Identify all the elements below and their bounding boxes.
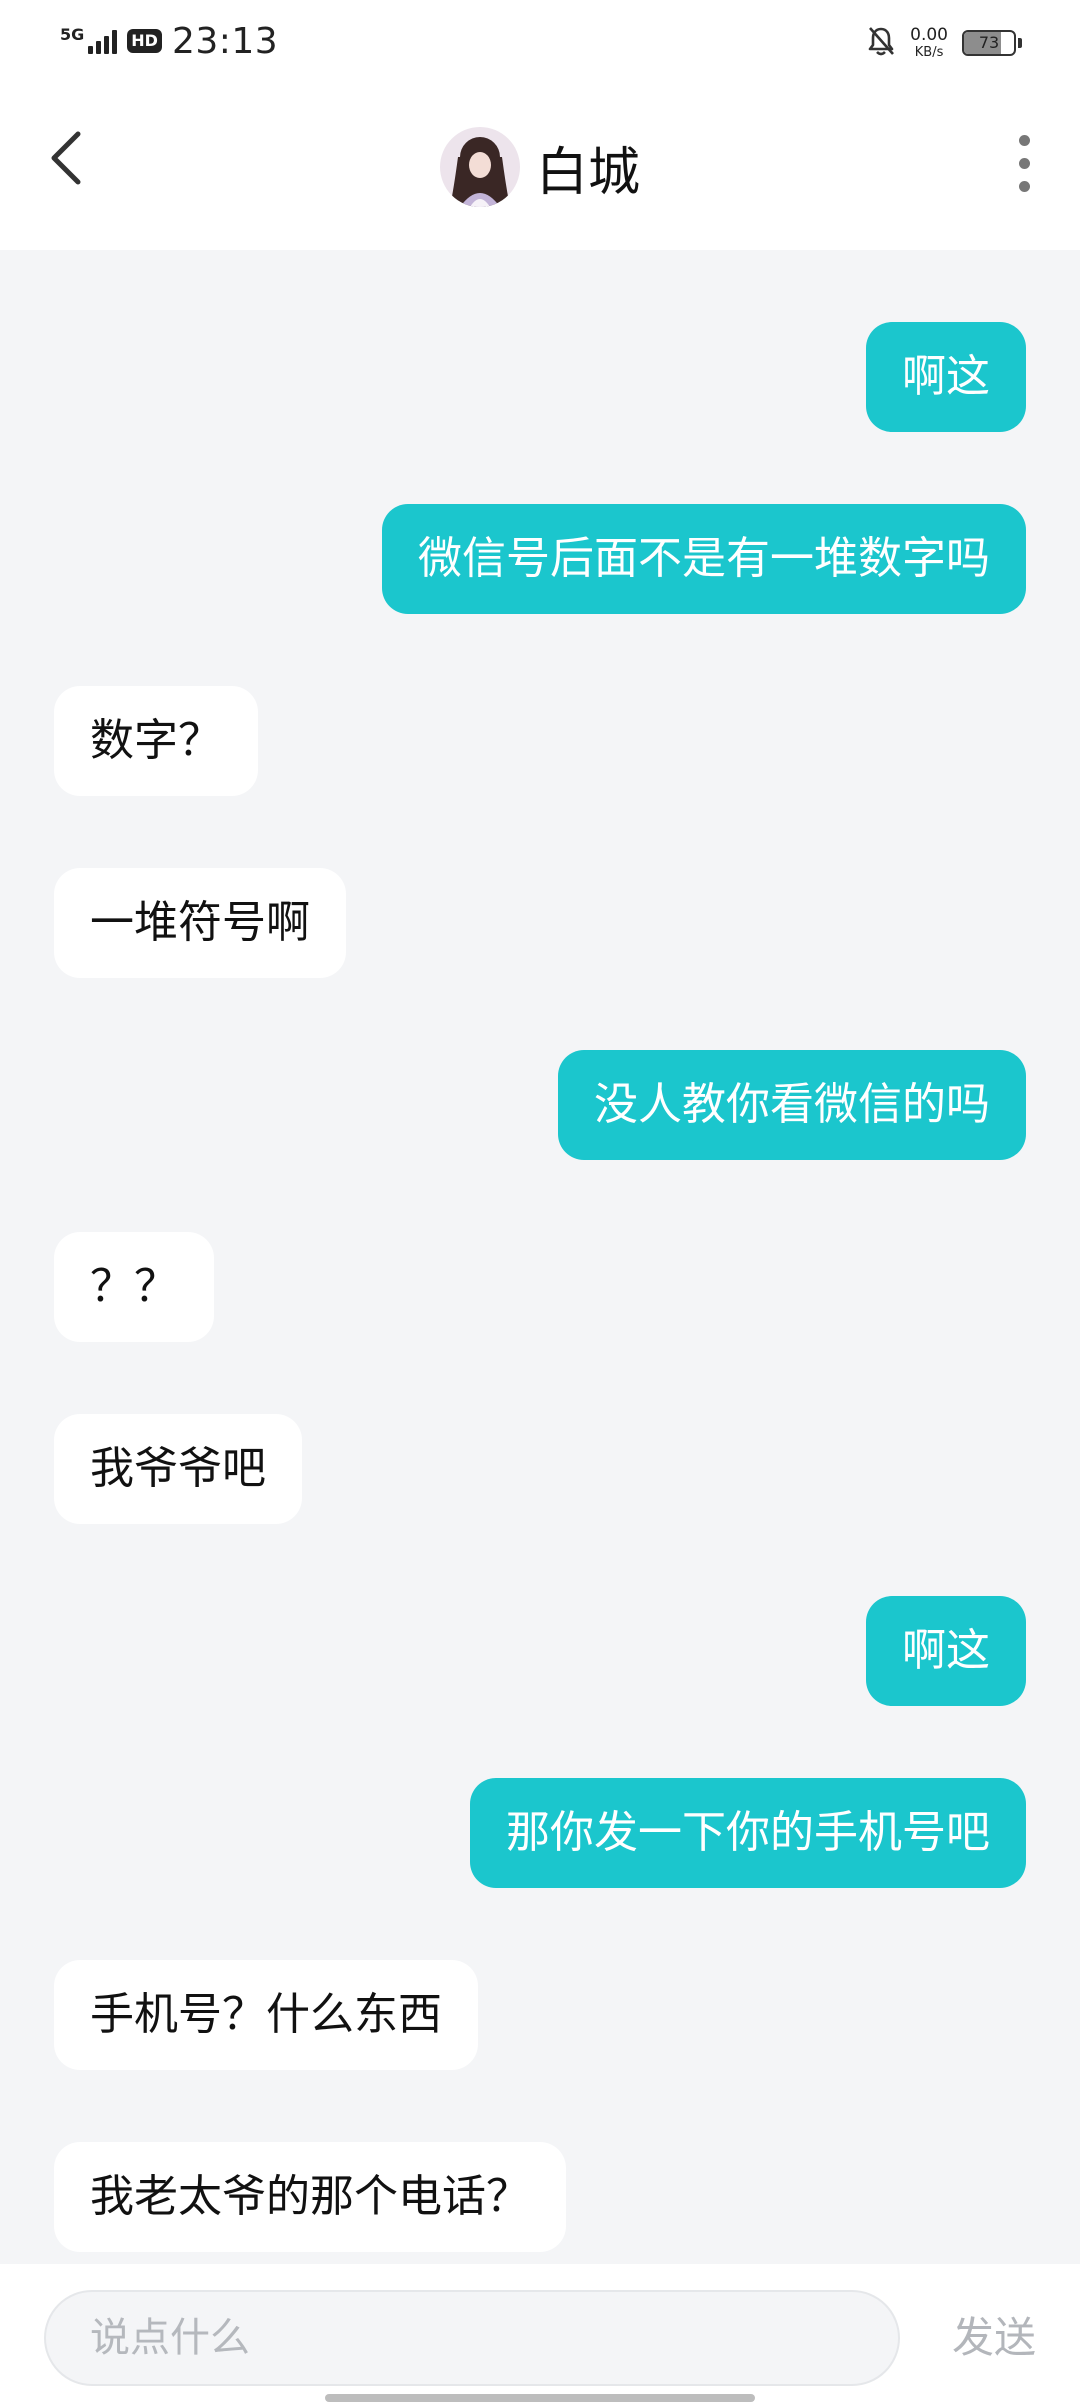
- message-bubble-received[interactable]: ？？: [54, 1232, 214, 1342]
- network-speed: 0.00 KB/s: [910, 25, 948, 60]
- message-bubble-received[interactable]: 一堆符号啊: [54, 868, 346, 978]
- avatar[interactable]: [439, 127, 520, 207]
- mute-bell-icon: [866, 25, 896, 61]
- message-bubble-received[interactable]: 数字？: [54, 686, 258, 796]
- message-input[interactable]: [44, 2290, 900, 2386]
- message-bubble-sent[interactable]: 微信号后面不是有一堆数字吗: [382, 504, 1026, 614]
- message-bubble-sent[interactable]: 啊这: [866, 1596, 1026, 1706]
- more-vertical-icon: [1018, 134, 1030, 146]
- title-wrap: 白城: [0, 124, 1080, 210]
- clock: 23:13: [171, 20, 279, 62]
- chat-header: 白城: [0, 82, 1080, 250]
- message-bubble-received[interactable]: 手机号？什么东西: [54, 1960, 478, 2070]
- message-bubble-sent[interactable]: 啊这: [866, 322, 1026, 432]
- status-left: 5G HD 23:13: [60, 18, 278, 64]
- input-bar: 发送: [0, 2264, 1080, 2408]
- chat-title: 白城: [535, 142, 640, 203]
- message-list[interactable]: 啊这 微信号后面不是有一堆数字吗 数字？ 一堆符号啊 没人教你看微信的吗 ？？ …: [0, 250, 1080, 2264]
- speed-value: 0.00: [910, 25, 948, 45]
- message-bubble-received[interactable]: 我老太爷的那个电话？: [54, 2142, 566, 2252]
- status-bar: 5G HD 23:13 0.00 KB/s 73: [0, 0, 1080, 82]
- status-right: 0.00 KB/s 73: [866, 20, 1022, 66]
- message-bubble-sent[interactable]: 没人教你看微信的吗: [558, 1050, 1026, 1160]
- home-indicator[interactable]: [325, 2394, 755, 2402]
- battery-tip: [1018, 38, 1022, 48]
- send-button[interactable]: 发送: [952, 2290, 1036, 2386]
- network-type: 5G: [60, 25, 85, 44]
- hd-badge: HD: [127, 29, 162, 53]
- signal-icon: [88, 28, 118, 54]
- more-options-button[interactable]: [994, 128, 1054, 198]
- message-bubble-received[interactable]: 我爷爷吧: [54, 1414, 302, 1524]
- battery-icon: 73: [962, 30, 1016, 56]
- battery-level: 73: [978, 33, 1000, 52]
- speed-unit: KB/s: [914, 45, 944, 60]
- message-bubble-sent[interactable]: 那你发一下你的手机号吧: [470, 1778, 1026, 1888]
